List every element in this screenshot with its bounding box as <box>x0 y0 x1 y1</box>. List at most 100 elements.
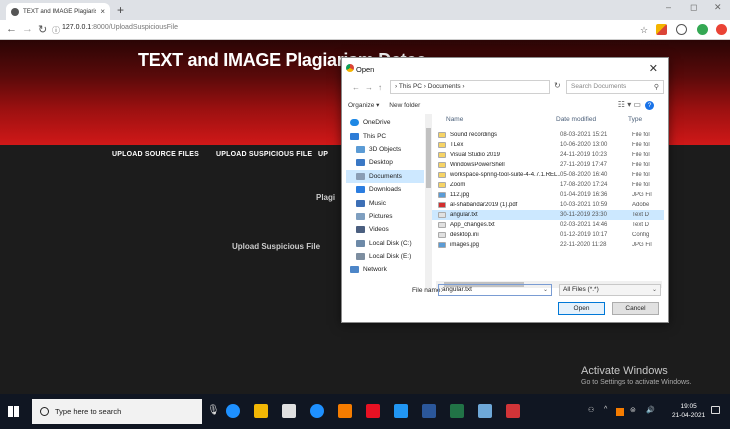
path-text: › This PC › Documents › <box>395 83 465 90</box>
file-row[interactable]: App_changes.txt 02-03-2021 14:46 Text D <box>432 220 664 230</box>
nav-pane-item[interactable]: Local Disk (C:) <box>346 237 424 250</box>
nav-pane-item[interactable]: OneDrive <box>346 116 424 129</box>
taskbar-app-icon[interactable] <box>394 404 408 418</box>
taskbar-app-icon[interactable] <box>226 404 240 418</box>
browser-tab[interactable]: TEXT and IMAGE Plagiarism Dete × <box>6 3 110 20</box>
search-documents-input[interactable]: Search Documents ⚲ <box>566 80 664 94</box>
file-date: 10-06-2020 13:00 <box>560 142 608 148</box>
search-icon: ⚲ <box>653 84 659 91</box>
back-arrow-icon[interactable]: ← <box>6 23 17 35</box>
taskbar-app-icon[interactable] <box>506 404 520 418</box>
column-header-name[interactable]: Name <box>446 116 463 123</box>
network-icon[interactable]: ⊜ <box>630 406 636 414</box>
info-icon[interactable]: ⓘ <box>52 25 60 36</box>
open-button[interactable]: Open <box>558 302 605 315</box>
file-row[interactable]: Sound recordings 08-03-2021 15:21 File fol <box>432 130 664 140</box>
nav-pane-item[interactable]: Pictures <box>346 210 424 223</box>
minimize-button[interactable]: – <box>666 2 671 12</box>
help-icon[interactable]: ? <box>645 101 654 110</box>
file-row-selected[interactable]: angular.txt 30-11-2019 23:30 Text D <box>432 210 664 220</box>
nav-pane-item-selected[interactable]: Documents <box>346 169 424 183</box>
nav-item-partial[interactable]: UP <box>318 151 328 158</box>
windows-start-icon[interactable] <box>8 406 19 417</box>
file-row[interactable]: workspace-spring-tool-suite-4-4.7.1.REL.… <box>432 170 664 180</box>
bookmark-star-icon[interactable]: ☆ <box>640 25 648 36</box>
nav-pane-item[interactable]: 3D Objects <box>346 143 424 156</box>
tab-title: TEXT and IMAGE Plagiarism Dete <box>23 8 96 15</box>
dialog-nav-arrows[interactable]: ←→↑ <box>352 83 387 92</box>
taskbar-search-box[interactable]: Type here to search <box>32 399 202 424</box>
nav-pane-item[interactable]: This PC <box>346 129 424 142</box>
file-type-filter[interactable]: All Files (*.*) ⌄ <box>559 284 661 296</box>
nav-upload-suspicious[interactable]: UPLOAD SUSPICIOUS FILE <box>216 151 312 158</box>
pictures-icon <box>356 212 365 220</box>
chevron-up-icon[interactable]: ^ <box>604 406 607 413</box>
url-field[interactable]: 127.0.0.1:8000/UploadSuspiciousFile <box>62 24 178 31</box>
people-icon[interactable]: ⚇ <box>588 406 594 414</box>
file-row[interactable]: Visual Studio 2019 24-11-2019 10:23 File f… <box>432 150 664 160</box>
nav-pane-scrollbar[interactable] <box>425 114 432 290</box>
file-date: 05-08-2020 16:40 <box>560 172 608 178</box>
new-folder-button[interactable]: New folder <box>389 102 420 109</box>
taskbar-app-icon[interactable] <box>450 404 464 418</box>
file-type: File fol <box>632 182 650 188</box>
reload-icon[interactable]: ↻ <box>38 23 47 36</box>
file-row[interactable]: desktop.ini 01-12-2019 10:17 Config <box>432 230 664 240</box>
file-row[interactable]: al-shabandar2019 (1).pdf 10-03-2021 10:59… <box>432 200 664 210</box>
opera-icon[interactable] <box>716 24 727 35</box>
file-name-input[interactable]: angular.txt ⌄ <box>438 284 552 296</box>
new-tab-button[interactable]: + <box>117 3 124 17</box>
onedrive-icon <box>350 119 359 127</box>
nav-pane-item[interactable]: Local Disk (E:) <box>346 250 424 263</box>
organize-button[interactable]: Organize ▾ <box>348 102 379 109</box>
volume-icon[interactable]: 🔊 <box>646 406 655 414</box>
nav-pane-item[interactable]: Desktop <box>346 156 424 169</box>
browser-tab-bar: TEXT and IMAGE Plagiarism Dete × + – ◻ ✕ <box>0 0 730 20</box>
cancel-button[interactable]: Cancel <box>612 302 659 315</box>
microphone-icon[interactable]: 🎙 <box>207 405 220 416</box>
file-row[interactable]: images.jpg 22-11-2020 11:28 JPG Fil <box>432 240 664 250</box>
dialog-close-button[interactable]: ✕ <box>649 62 658 75</box>
taskbar-app-icon[interactable] <box>366 404 380 418</box>
account-icon[interactable] <box>676 24 687 35</box>
scrollbar-thumb[interactable] <box>426 128 431 188</box>
dialog-toolbar: Organize ▾ New folder <box>348 101 420 109</box>
extension-icon[interactable] <box>697 24 708 35</box>
column-header-date[interactable]: Date modified <box>556 116 596 123</box>
taskbar-app-icon[interactable] <box>338 404 352 418</box>
tray-app-icon[interactable] <box>616 408 624 416</box>
maximize-button[interactable]: ◻ <box>690 2 697 13</box>
refresh-icon[interactable]: ↻ <box>554 81 561 90</box>
file-date: 10-03-2021 10:59 <box>560 202 608 208</box>
forward-arrow-icon[interactable]: → <box>22 23 33 35</box>
nav-pane-item[interactable]: Downloads <box>346 183 424 196</box>
chevron-down-icon[interactable]: ⌄ <box>543 286 548 293</box>
file-row[interactable]: WindowsPowerShell 27-11-2019 17:47 File fo… <box>432 160 664 170</box>
file-row[interactable]: TLex 10-06-2020 13:00 File fol <box>432 140 664 150</box>
taskbar-app-icon[interactable] <box>254 404 268 418</box>
view-options[interactable]: ☷ ▾ ▭? <box>618 100 654 110</box>
videos-icon <box>356 226 365 234</box>
taskbar-app-icon[interactable] <box>310 404 324 418</box>
notification-icon[interactable] <box>711 406 720 414</box>
close-window-button[interactable]: ✕ <box>714 2 722 13</box>
image-icon <box>438 192 446 198</box>
upload-suspicious-label: Upload Suspicious File <box>232 242 321 251</box>
taskbar-clock[interactable]: 19:05 21-04-2021 <box>672 402 705 420</box>
nav-pane-item[interactable]: Network <box>346 263 424 276</box>
nav-upload-source[interactable]: UPLOAD SOURCE FILES <box>112 151 199 158</box>
file-name: Zoom <box>450 182 466 188</box>
network-icon <box>350 266 359 274</box>
file-row[interactable]: 112.jpg 01-04-2019 16:36 JPG Fil <box>432 190 664 200</box>
file-row[interactable]: Zoom 17-08-2020 17:24 File fol <box>432 180 664 190</box>
extension-icon[interactable] <box>656 24 667 35</box>
taskbar-app-icon[interactable] <box>282 404 296 418</box>
taskbar-app-icon[interactable] <box>422 404 436 418</box>
nav-pane-item[interactable]: Music <box>346 196 424 209</box>
nav-pane-item[interactable]: Videos <box>346 223 424 236</box>
column-header-type[interactable]: Type <box>628 116 642 123</box>
path-breadcrumb[interactable]: › This PC › Documents › <box>390 80 550 94</box>
taskbar-app-icon[interactable] <box>478 404 492 418</box>
file-name: Visual Studio 2019 <box>450 152 500 158</box>
tab-close-icon[interactable]: × <box>100 7 105 16</box>
